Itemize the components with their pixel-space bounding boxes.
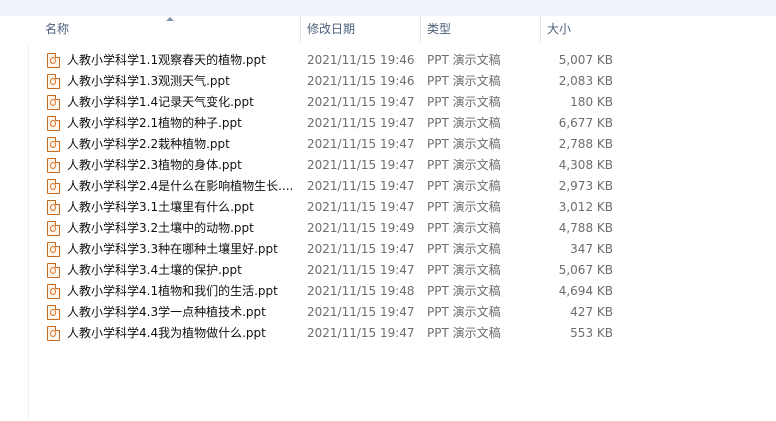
file-name: 人教小学科学1.3观测天气.ppt	[67, 74, 230, 88]
ppt-file-icon	[47, 74, 60, 89]
file-name: 人教小学科学4.4我为植物做什么.ppt	[67, 326, 266, 340]
file-size: 2,973 KB	[558, 179, 613, 193]
file-modified: 2021/11/15 19:49	[307, 221, 415, 235]
file-row[interactable]: 人教小学科学4.3学一点种植技术.ppt 2021/11/15 19:47 PP…	[28, 302, 628, 323]
file-name: 人教小学科学1.4记录天气变化.ppt	[67, 95, 254, 109]
file-modified: 2021/11/15 19:47	[307, 95, 415, 109]
file-name: 人教小学科学4.1植物和我们的生活.ppt	[67, 284, 278, 298]
ppt-file-icon	[47, 263, 60, 278]
file-modified: 2021/11/15 19:47	[307, 137, 415, 151]
file-name: 人教小学科学3.1土壤里有什么.ppt	[67, 200, 254, 214]
file-list: 人教小学科学1.1观察春天的植物.ppt 2021/11/15 19:46 PP…	[28, 50, 628, 344]
navigation-pane	[0, 16, 29, 421]
ppt-file-icon	[47, 95, 60, 110]
file-row[interactable]: 人教小学科学2.4是什么在影响植物生长.... 2021/11/15 19:47…	[28, 176, 628, 197]
file-type: PPT 演示文稿	[427, 221, 501, 235]
file-type: PPT 演示文稿	[427, 95, 501, 109]
file-name: 人教小学科学2.1植物的种子.ppt	[67, 116, 242, 130]
column-header-modified[interactable]: 修改日期	[301, 16, 421, 43]
ppt-file-icon	[47, 326, 60, 341]
file-size: 5,067 KB	[558, 263, 613, 277]
ppt-file-icon	[47, 53, 60, 68]
file-size: 427 KB	[570, 305, 613, 319]
file-row[interactable]: 人教小学科学4.1植物和我们的生活.ppt 2021/11/15 19:48 P…	[28, 281, 628, 302]
ppt-file-icon	[47, 137, 60, 152]
ppt-file-icon	[47, 221, 60, 236]
file-modified: 2021/11/15 19:48	[307, 284, 415, 298]
file-row[interactable]: 人教小学科学4.4我为植物做什么.ppt 2021/11/15 19:47 PP…	[28, 323, 628, 344]
ppt-file-icon	[47, 158, 60, 173]
file-modified: 2021/11/15 19:47	[307, 305, 415, 319]
file-name: 人教小学科学2.2栽种植物.ppt	[67, 137, 230, 151]
ppt-file-icon	[47, 305, 60, 320]
file-modified: 2021/11/15 19:47	[307, 200, 415, 214]
file-size: 2,788 KB	[558, 137, 613, 151]
ppt-file-icon	[47, 284, 60, 299]
file-size: 347 KB	[570, 242, 613, 256]
file-name: 人教小学科学3.4土壤的保护.ppt	[67, 263, 242, 277]
file-type: PPT 演示文稿	[427, 200, 501, 214]
file-row[interactable]: 人教小学科学3.2土壤中的动物.ppt 2021/11/15 19:49 PPT…	[28, 218, 628, 239]
file-modified: 2021/11/15 19:47	[307, 179, 415, 193]
file-name: 人教小学科学2.3植物的身体.ppt	[67, 158, 242, 172]
file-name: 人教小学科学3.3种在哪种土壤里好.ppt	[67, 242, 278, 256]
file-size: 6,677 KB	[558, 116, 613, 130]
file-modified: 2021/11/15 19:46	[307, 53, 415, 67]
file-row[interactable]: 人教小学科学3.3种在哪种土壤里好.ppt 2021/11/15 19:47 P…	[28, 239, 628, 260]
column-header-size[interactable]: 大小	[541, 16, 601, 43]
file-type: PPT 演示文稿	[427, 116, 501, 130]
file-name: 人教小学科学3.2土壤中的动物.ppt	[67, 221, 254, 235]
file-size: 180 KB	[570, 95, 613, 109]
file-row[interactable]: 人教小学科学2.2栽种植物.ppt 2021/11/15 19:47 PPT 演…	[28, 134, 628, 155]
file-modified: 2021/11/15 19:47	[307, 263, 415, 277]
file-modified: 2021/11/15 19:47	[307, 158, 415, 172]
file-size: 4,788 KB	[558, 221, 613, 235]
file-name: 人教小学科学1.1观察春天的植物.ppt	[67, 53, 266, 67]
file-modified: 2021/11/15 19:47	[307, 326, 415, 340]
file-modified: 2021/11/15 19:46	[307, 74, 415, 88]
file-size: 3,012 KB	[558, 200, 613, 214]
file-size: 4,694 KB	[558, 284, 613, 298]
file-row[interactable]: 人教小学科学2.3植物的身体.ppt 2021/11/15 19:47 PPT …	[28, 155, 628, 176]
file-row[interactable]: 人教小学科学3.1土壤里有什么.ppt 2021/11/15 19:47 PPT…	[28, 197, 628, 218]
file-row[interactable]: 人教小学科学1.1观察春天的植物.ppt 2021/11/15 19:46 PP…	[28, 50, 628, 71]
window-top-strip	[0, 0, 776, 17]
file-row[interactable]: 人教小学科学1.3观测天气.ppt 2021/11/15 19:46 PPT 演…	[28, 71, 628, 92]
ppt-file-icon	[47, 200, 60, 215]
file-row[interactable]: 人教小学科学3.4土壤的保护.ppt 2021/11/15 19:47 PPT …	[28, 260, 628, 281]
file-size: 553 KB	[570, 326, 613, 340]
file-type: PPT 演示文稿	[427, 242, 501, 256]
file-modified: 2021/11/15 19:47	[307, 242, 415, 256]
file-type: PPT 演示文稿	[427, 284, 501, 298]
file-name: 人教小学科学4.3学一点种植技术.ppt	[67, 305, 266, 319]
ppt-file-icon	[47, 179, 60, 194]
file-size: 2,083 KB	[558, 74, 613, 88]
file-name: 人教小学科学2.4是什么在影响植物生长....	[67, 179, 292, 193]
file-size: 5,007 KB	[558, 53, 613, 67]
file-type: PPT 演示文稿	[427, 305, 501, 319]
file-type: PPT 演示文稿	[427, 263, 501, 277]
file-type: PPT 演示文稿	[427, 158, 501, 172]
ppt-file-icon	[47, 116, 60, 131]
file-type: PPT 演示文稿	[427, 137, 501, 151]
column-header-type[interactable]: 类型	[421, 16, 541, 43]
file-type: PPT 演示文稿	[427, 74, 501, 88]
file-size: 4,308 KB	[558, 158, 613, 172]
file-modified: 2021/11/15 19:47	[307, 116, 415, 130]
file-type: PPT 演示文稿	[427, 326, 501, 340]
file-type: PPT 演示文稿	[427, 53, 501, 67]
column-header-name[interactable]: 名称	[37, 16, 301, 43]
file-row[interactable]: 人教小学科学1.4记录天气变化.ppt 2021/11/15 19:47 PPT…	[28, 92, 628, 113]
file-type: PPT 演示文稿	[427, 179, 501, 193]
file-row[interactable]: 人教小学科学2.1植物的种子.ppt 2021/11/15 19:47 PPT …	[28, 113, 628, 134]
column-header-bar: 名称 修改日期 类型 大小	[28, 16, 776, 43]
ppt-file-icon	[47, 242, 60, 257]
